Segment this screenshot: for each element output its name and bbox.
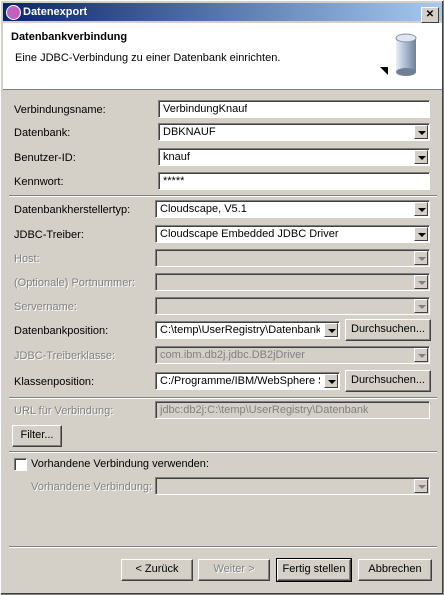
chevron-down-icon[interactable] bbox=[414, 125, 428, 139]
chevron-down-icon[interactable] bbox=[324, 323, 338, 337]
user-id-value: knauf bbox=[163, 151, 190, 163]
user-id-combo[interactable]: knauf bbox=[158, 148, 430, 166]
separator bbox=[9, 397, 437, 399]
title-bar[interactable]: Datenexport ✕ bbox=[3, 3, 442, 23]
dialog-window: Datenexport ✕ Datenbankverbindung Eine J… bbox=[0, 0, 444, 595]
database-label: Datenbank: bbox=[14, 127, 71, 139]
password-input[interactable]: ***** bbox=[158, 172, 430, 190]
jdbc-driver-combo[interactable]: Cloudscape Embedded JDBC Driver bbox=[155, 225, 430, 243]
wizard-header: Datenbankverbindung Eine JDBC-Verbindung… bbox=[3, 23, 442, 90]
chevron-down-icon bbox=[414, 479, 428, 493]
jdbc-driver-label: JDBC-Treiber: bbox=[14, 229, 84, 241]
database-combo[interactable]: DBKNAUF bbox=[158, 123, 430, 141]
connection-name-label: Verbindungsname: bbox=[14, 104, 106, 116]
separator bbox=[9, 451, 437, 453]
driver-class-value: com.ibm.db2j.jdbc.DB2jDriver bbox=[160, 349, 305, 361]
db-location-value: C:\temp\UserRegistry\Datenbank bbox=[160, 324, 320, 336]
page-description: Eine JDBC-Verbindung zu einer Datenbank … bbox=[15, 52, 281, 64]
close-button[interactable]: ✕ bbox=[421, 7, 439, 23]
vendor-type-label: Datenbankherstellertyp: bbox=[14, 204, 131, 216]
class-location-label: Klassenposition: bbox=[14, 376, 95, 388]
port-combo bbox=[155, 273, 430, 291]
connection-name-value: VerbindungKnauf bbox=[163, 103, 248, 115]
connection-name-input[interactable]: VerbindungKnauf bbox=[158, 100, 430, 118]
chevron-down-icon[interactable] bbox=[414, 202, 428, 216]
port-label: (Optionale) Portnummer: bbox=[14, 277, 136, 289]
password-value: ***** bbox=[163, 175, 185, 187]
next-button: Weiter > bbox=[198, 559, 270, 581]
chevron-down-icon bbox=[414, 251, 428, 265]
chevron-down-icon bbox=[414, 299, 428, 313]
browse-class-location-button[interactable]: Durchsuchen... bbox=[345, 370, 431, 392]
url-value: jdbc:db2j:C:\temp\UserRegistry\Datenbank bbox=[160, 404, 369, 416]
db-location-combo[interactable]: C:\temp\UserRegistry\Datenbank bbox=[155, 321, 340, 339]
chevron-down-icon bbox=[414, 275, 428, 289]
user-id-label: Benutzer-ID: bbox=[14, 152, 76, 164]
class-location-combo[interactable]: C:/Programme/IBM/WebSphere Studio bbox=[155, 372, 340, 390]
database-icon bbox=[395, 33, 417, 76]
jdbc-driver-value: Cloudscape Embedded JDBC Driver bbox=[160, 228, 339, 240]
class-location-value: C:/Programme/IBM/WebSphere Studio bbox=[160, 375, 320, 387]
app-icon bbox=[6, 5, 21, 20]
existing-connection-combo bbox=[155, 477, 430, 495]
existing-connection-label: Vorhandene Verbindung: bbox=[31, 481, 153, 493]
driver-class-label: JDBC-Treiberklasse: bbox=[14, 350, 116, 362]
server-name-combo bbox=[155, 297, 430, 315]
use-existing-connection-label[interactable]: Vorhandene Verbindung verwenden: bbox=[31, 457, 209, 471]
separator bbox=[9, 195, 437, 197]
use-existing-connection-checkbox[interactable] bbox=[14, 458, 27, 471]
back-button[interactable]: < Zurück bbox=[121, 559, 193, 581]
chevron-down-icon[interactable] bbox=[414, 150, 428, 164]
chevron-down-icon bbox=[414, 348, 428, 362]
window-title: Datenexport bbox=[23, 6, 88, 18]
separator bbox=[9, 546, 437, 548]
finish-button[interactable]: Fertig stellen bbox=[276, 558, 352, 582]
page-title: Datenbankverbindung bbox=[11, 31, 128, 43]
vendor-type-value: Cloudscape, V5.1 bbox=[160, 203, 247, 215]
url-field: jdbc:db2j:C:\temp\UserRegistry\Datenbank bbox=[155, 401, 430, 419]
database-value: DBKNAUF bbox=[163, 126, 216, 138]
host-combo bbox=[155, 249, 430, 267]
host-label: Host: bbox=[14, 253, 40, 265]
url-label: URL für Verbindung: bbox=[14, 405, 114, 417]
browse-db-location-button[interactable]: Durchsuchen... bbox=[345, 319, 431, 341]
password-label: Kennwort: bbox=[14, 176, 64, 188]
driver-class-combo: com.ibm.db2j.jdbc.DB2jDriver bbox=[155, 346, 430, 364]
info-marker-icon bbox=[380, 67, 388, 75]
vendor-type-combo[interactable]: Cloudscape, V5.1 bbox=[155, 200, 430, 218]
server-name-label: Servername: bbox=[14, 301, 77, 313]
chevron-down-icon[interactable] bbox=[324, 374, 338, 388]
chevron-down-icon[interactable] bbox=[414, 227, 428, 241]
db-location-label: Datenbankposition: bbox=[14, 325, 109, 337]
cancel-button[interactable]: Abbrechen bbox=[358, 559, 432, 581]
filter-button[interactable]: Filter... bbox=[12, 425, 62, 447]
